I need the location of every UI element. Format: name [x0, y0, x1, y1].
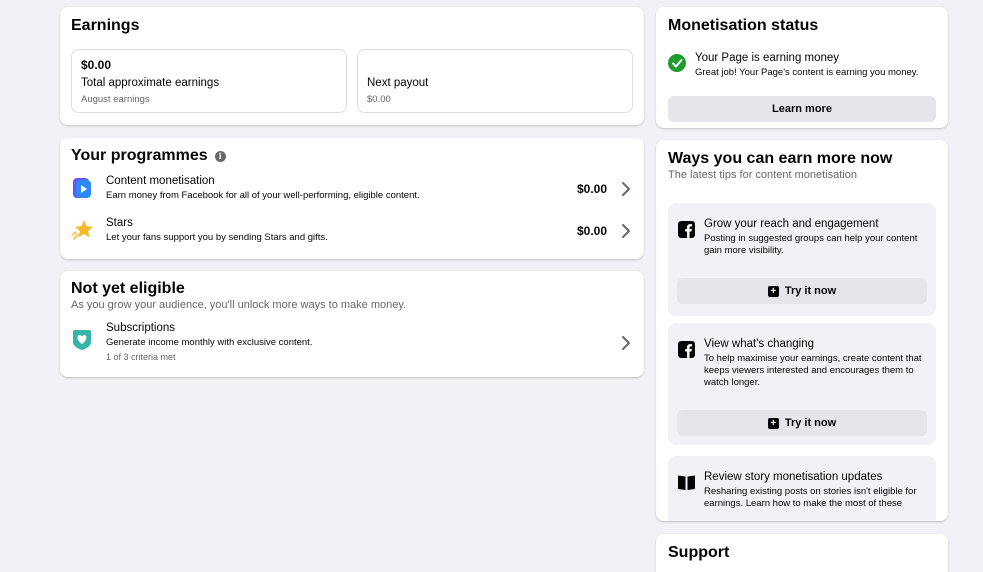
programme-text: Content monetisation Earn money from Fac…	[106, 175, 420, 201]
book-icon	[678, 475, 695, 490]
not-eligible-title: Not yet eligible	[71, 280, 185, 297]
facebook-icon	[678, 221, 695, 238]
tip-description: Resharing existing posts on stories isn'…	[704, 486, 917, 509]
programme-amount: $0.00	[576, 182, 607, 196]
ways-subtitle: The latest tips for content monetisation	[668, 169, 857, 181]
total-earnings-period: August earnings	[81, 94, 150, 105]
programme-name: Content monetisation	[106, 175, 215, 187]
programmes-card: Your programmes i Content monetisation E…	[60, 138, 644, 259]
try-it-now-button[interactable]: + Try it now	[677, 410, 927, 436]
next-payout-label: Next payout	[367, 77, 429, 89]
next-payout-box: Next payout $0.00	[357, 49, 633, 113]
plus-icon: +	[767, 417, 779, 429]
tip-title: Review story monetisation updates	[704, 471, 883, 483]
status-description: Great job! Your Page's content is earnin…	[695, 67, 919, 78]
total-earnings-box: $0.00 Total approximate earnings August …	[71, 49, 347, 113]
plus-icon: +	[767, 285, 779, 297]
chevron-right-icon[interactable]	[621, 335, 631, 351]
ways-to-earn-card: Ways you can earn more now The latest ti…	[656, 140, 948, 521]
tip-text: Grow your reach and engagement Posting i…	[704, 218, 926, 257]
total-earnings-amount: $0.00	[81, 58, 112, 72]
star-icon	[71, 220, 93, 240]
not-eligible-card: Not yet eligible As you grow your audien…	[60, 271, 644, 377]
status-title: Monetisation status	[668, 17, 819, 34]
tip-description: To help maximise your earnings, create c…	[704, 353, 922, 388]
monetisation-status-card: Monetisation status Your Page is earning…	[656, 7, 948, 128]
try-it-now-button[interactable]: + Try it now	[677, 278, 927, 304]
tip-title: Grow your reach and engagement	[704, 218, 879, 230]
tip-title: View what's changing	[704, 338, 815, 350]
chevron-right-icon[interactable]	[621, 181, 631, 197]
programme-row-stars[interactable]: Stars Let your fans support you by sendi…	[71, 217, 633, 251]
criteria-progress: 1 of 3 criteria met	[106, 352, 176, 362]
programme-description: Earn money from Facebook for all of your…	[106, 190, 420, 201]
facebook-icon	[678, 341, 695, 358]
status-headline: Your Page is earning money	[695, 52, 840, 64]
check-icon	[668, 54, 686, 72]
status-text: Your Page is earning money Great job! Yo…	[695, 52, 918, 78]
tip-description: Posting in suggested groups can help you…	[704, 233, 918, 256]
programme-text: Subscriptions Generate income monthly wi…	[106, 322, 312, 362]
support-card: Support	[656, 534, 948, 572]
try-it-now-label: Try it now	[784, 417, 837, 429]
info-icon[interactable]: i	[214, 150, 226, 162]
tip-card-grow-reach: Grow your reach and engagement Posting i…	[668, 203, 936, 316]
earnings-card: Earnings $0.00 Total approximate earning…	[60, 7, 644, 125]
tip-card-whats-changing: View what's changing To help maximise yo…	[668, 323, 936, 445]
learn-more-button[interactable]: Learn more	[668, 96, 936, 122]
programmes-title: Your programmes	[71, 147, 208, 164]
ways-title: Ways you can earn more now	[668, 150, 893, 167]
chevron-right-icon[interactable]	[621, 223, 631, 239]
programme-name: Subscriptions	[106, 322, 176, 334]
programme-amount: $0.00	[576, 224, 607, 238]
content-monetisation-icon	[73, 178, 91, 198]
support-title: Support	[668, 544, 730, 561]
programme-text: Stars Let your fans support you by sendi…	[106, 217, 328, 243]
try-it-now-label: Try it now	[784, 285, 837, 297]
tip-text: Review story monetisation updates Reshar…	[704, 471, 926, 510]
programme-row-subscriptions[interactable]: Subscriptions Generate income monthly wi…	[71, 322, 633, 362]
subscriptions-heart-icon	[73, 330, 91, 350]
not-eligible-subtitle: As you grow your audience, you'll unlock…	[71, 299, 407, 311]
tip-text: View what's changing To help maximise yo…	[704, 338, 926, 389]
programme-row-content-monetisation[interactable]: Content monetisation Earn money from Fac…	[71, 175, 633, 209]
earnings-title: Earnings	[71, 17, 140, 34]
total-earnings-label: Total approximate earnings	[81, 77, 220, 89]
tip-card-story-monetisation: Review story monetisation updates Reshar…	[668, 456, 936, 521]
next-payout-amount: $0.00	[367, 94, 391, 105]
programme-description: Generate income monthly with exclusive c…	[106, 337, 313, 348]
programme-name: Stars	[106, 217, 133, 229]
programme-description: Let your fans support you by sending Sta…	[106, 232, 328, 243]
programmes-title-row: Your programmes i	[71, 147, 226, 165]
